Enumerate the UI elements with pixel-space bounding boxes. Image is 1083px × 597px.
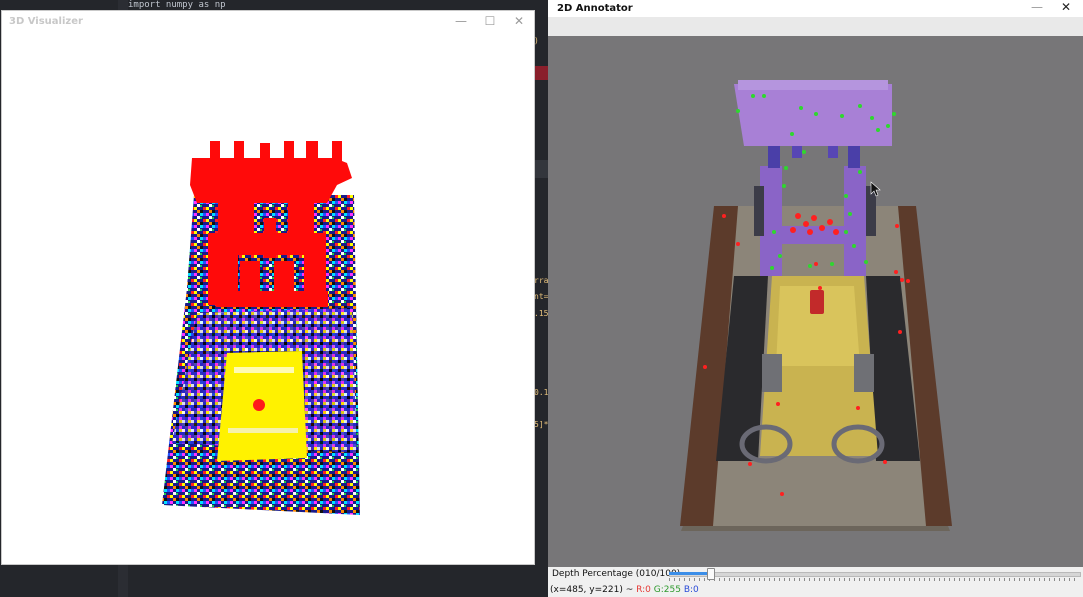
visualizer-window[interactable]: 3D Visualizer — ☐ ✕ [1,10,535,565]
image-viewport[interactable] [548,36,1083,567]
depth-slider-ticks [669,578,1079,581]
visualizer-title: 3D Visualizer [9,16,83,27]
editor-code-fragment: nt= [534,292,548,301]
status-green-value: G:255 [653,585,681,595]
depth-slider-handle[interactable] [707,568,715,580]
depth-slider-fill [669,572,710,575]
editor-code-fragment: 5]* [534,420,548,429]
status-bar: (x=485, y=221) ~ R:0 G:255 B:0 [548,583,1083,597]
editor-error-marker [534,66,548,80]
close-icon[interactable]: ✕ [1056,0,1076,14]
status-blue-value: B:0 [683,585,699,595]
annotator-toolbar [548,17,1083,36]
point-cloud-red-knob [253,399,265,411]
right-arm [844,166,866,276]
depth-slider[interactable] [669,568,1081,582]
editor-code-fragment: 0.1 [534,388,548,397]
depth-label: Depth Percentage (010/100) [552,569,681,579]
status-red-value: R:0 [636,585,651,595]
point-cloud-canvas[interactable] [2,33,534,564]
annotator-title: 2D Annotator [557,3,633,14]
minimize-icon[interactable]: — [1027,0,1047,14]
red-exhaust [810,290,824,314]
editor-code-fragment: .15, [534,309,548,318]
point-cloud-bucket [190,141,352,203]
editor-line-highlight [534,160,548,178]
close-icon[interactable]: ✕ [509,14,529,28]
depth-control[interactable]: Depth Percentage (010/100) [548,567,1083,583]
editor-code-line: import numpy as np [128,0,226,10]
status-coordinates: (x=485, y=221) ~ [550,585,634,595]
depth-slider-track[interactable] [669,572,1081,577]
bulldozer-image[interactable] [548,36,1083,567]
maximize-icon[interactable]: ☐ [480,14,500,28]
minimize-icon[interactable]: — [451,14,471,28]
visualizer-titlebar[interactable]: 3D Visualizer — ☐ ✕ [2,11,534,33]
annotator-window[interactable]: 2D Annotator — ✕ Depth Percentage (010/1… [548,0,1083,597]
editor-code-fragment: ) [534,36,539,45]
editor-code-fragment: rra [534,276,548,285]
status-text: (x=485, y=221) ~ R:0 G:255 B:0 [550,585,699,595]
purple-bucket [734,84,892,146]
annotator-titlebar[interactable]: 2D Annotator — ✕ [548,0,1083,17]
